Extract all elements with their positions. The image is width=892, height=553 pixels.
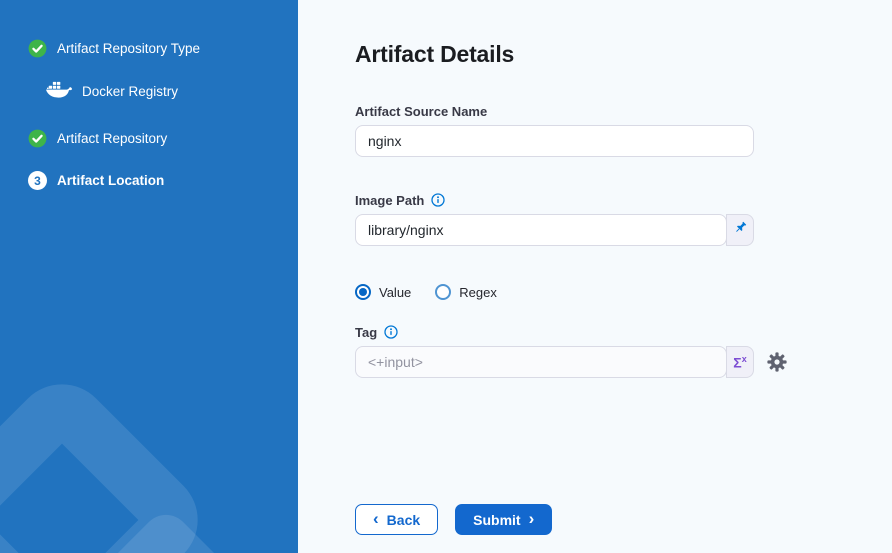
step-label: Artifact Repository [57,131,167,146]
image-path-field: Image Path [355,192,892,246]
sigma-expression-icon: Σx [733,355,746,370]
tag-field: Tag Σx [355,324,892,378]
pin-input-type-button[interactable] [726,214,754,246]
docker-whale-icon [45,79,73,103]
substep-label: Docker Registry [82,84,178,99]
image-path-label: Image Path [355,193,424,208]
tag-input[interactable] [355,346,727,378]
image-path-input[interactable] [355,214,727,246]
tag-label: Tag [355,325,377,340]
back-button[interactable]: ‹ Back [355,504,438,535]
sidebar-step-artifact-location[interactable]: 3 Artifact Location [28,171,298,190]
artifact-wizard-window: Artifact Repository Type Docker Regist [0,0,892,553]
info-icon[interactable] [384,325,398,339]
sidebar-substep-docker-registry[interactable]: Docker Registry [45,81,298,101]
radio-selected-icon [355,284,371,300]
info-icon[interactable] [431,193,445,207]
submit-button-label: Submit [473,512,520,528]
pin-icon [733,220,748,240]
artifact-source-name-label: Artifact Source Name [355,103,892,119]
radio-regex-label: Regex [459,285,497,300]
artifact-source-name-field: Artifact Source Name [355,103,892,157]
artifact-details-panel: Artifact Details Artifact Source Name Im… [298,0,892,553]
page-title: Artifact Details [355,40,892,68]
back-button-label: Back [387,512,420,528]
radio-value[interactable]: Value [355,284,411,300]
radio-regex[interactable]: Regex [435,284,497,300]
sidebar-step-artifact-repository-type[interactable]: Artifact Repository Type [28,39,298,58]
step-label: Artifact Repository Type [57,41,200,56]
radio-unselected-icon [435,284,451,300]
check-circle-icon [28,129,47,148]
step-number-badge: 3 [28,171,47,190]
tag-type-radio-group: Value Regex [355,283,892,301]
check-circle-icon [28,39,47,58]
chevron-left-icon: ‹ [373,510,379,527]
chevron-right-icon: › [529,510,535,527]
artifact-source-name-input[interactable] [355,125,754,157]
wizard-footer-buttons: ‹ Back Submit › [355,504,892,535]
expression-input-type-button[interactable]: Σx [726,346,754,378]
sidebar-step-artifact-repository[interactable]: Artifact Repository [28,129,298,148]
submit-button[interactable]: Submit › [455,504,552,535]
step-label: Artifact Location [57,173,164,188]
radio-value-label: Value [379,285,411,300]
tag-settings-gear-icon[interactable] [767,352,787,372]
wizard-steps-sidebar: Artifact Repository Type Docker Regist [0,0,298,553]
